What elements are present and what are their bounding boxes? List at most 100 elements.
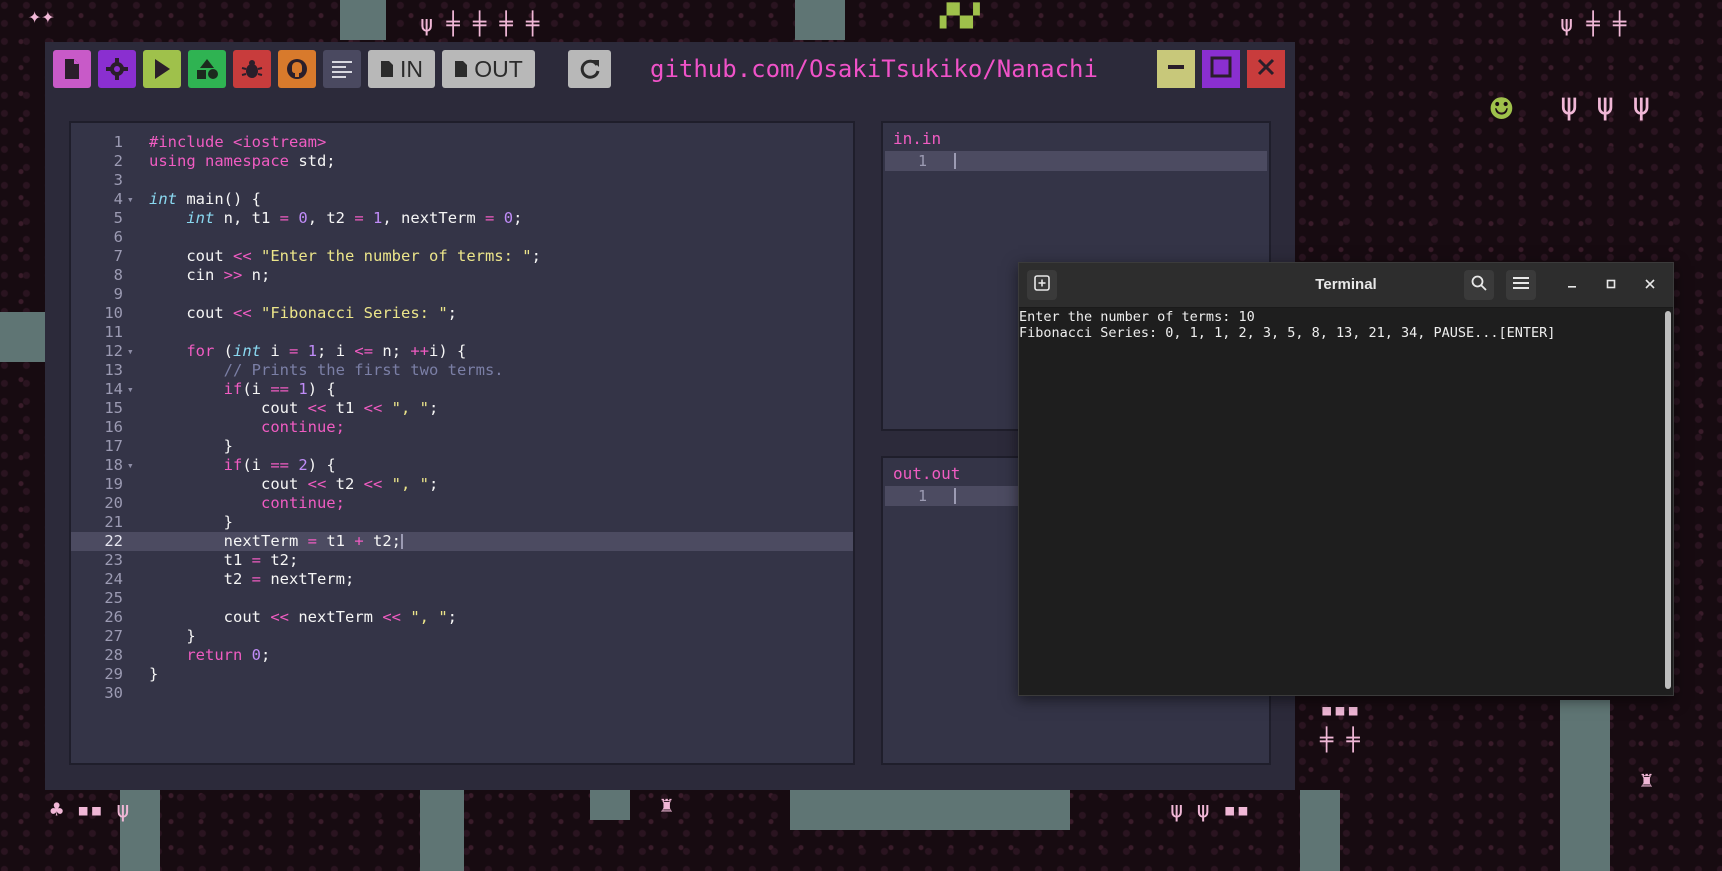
line-number: 20	[104, 494, 123, 512]
code-token: +	[354, 532, 364, 550]
line-number: 23	[104, 551, 123, 569]
wallpaper-sprite: ψ ψ ▪▪	[1170, 798, 1250, 823]
terminal-maximize-button[interactable]	[1596, 270, 1626, 300]
new-file-button[interactable]	[53, 50, 91, 88]
search-icon	[1470, 274, 1488, 296]
maximize-icon	[1210, 56, 1232, 82]
code-token: ;	[531, 247, 541, 265]
code-line: 13 // Prints the first two terms.	[71, 361, 853, 380]
code-token: 0	[251, 646, 262, 664]
code-token: nextTerm;	[261, 570, 355, 588]
terminal-close-button[interactable]	[1635, 270, 1665, 300]
code-token: n, t1	[214, 209, 280, 227]
fold-arrow-icon[interactable]: ▾	[127, 380, 139, 399]
terminal-output[interactable]: Enter the number of terms: 10 Fibonacci …	[1019, 309, 1659, 341]
fold-arrow-icon[interactable]: ▾	[127, 456, 139, 475]
terminal-menu-button[interactable]	[1506, 270, 1536, 300]
wallpaper-sprite: ╪ ╪	[1320, 728, 1360, 753]
settings-button[interactable]	[98, 50, 136, 88]
format-button[interactable]	[323, 50, 361, 88]
run-button[interactable]	[143, 50, 181, 88]
maximize-button[interactable]	[1202, 50, 1240, 88]
minimize-button[interactable]	[1157, 50, 1195, 88]
code-token: =	[485, 209, 495, 227]
debug-button[interactable]	[233, 50, 271, 88]
code-token: nextTerm	[289, 608, 383, 626]
code-editor[interactable]: 1 #include <iostream> 2 using namespace st…	[69, 121, 855, 765]
reload-button[interactable]	[568, 50, 611, 88]
line-number: 6	[113, 228, 123, 246]
code-token: ", "	[410, 608, 448, 626]
code-line: 1 #include <iostream>	[71, 133, 853, 152]
code-token: t1	[223, 551, 252, 569]
code-token: cin	[186, 266, 224, 284]
close-button[interactable]	[1247, 50, 1285, 88]
input-file-button[interactable]: IN	[368, 50, 435, 88]
gear-icon	[106, 58, 128, 80]
terminal-search-button[interactable]	[1464, 270, 1494, 300]
code-line: 25	[71, 589, 853, 608]
terminal-scrollbar[interactable]	[1665, 311, 1671, 689]
line-number: 5	[113, 209, 123, 227]
line-number: 4	[113, 190, 123, 208]
file-icon	[380, 60, 394, 78]
code-token: cout	[260, 475, 308, 493]
github-button[interactable]	[278, 50, 316, 88]
code-token: <<	[233, 304, 252, 322]
line-number: 24	[104, 570, 123, 588]
code-token: ;	[261, 646, 271, 664]
code-token: ;	[513, 209, 523, 227]
code-token: nextTerm	[223, 532, 308, 550]
code-line: 20 continue;	[71, 494, 853, 513]
code-token: int	[186, 209, 215, 227]
input-pane-line[interactable]: 1	[885, 151, 1267, 171]
code-token: =	[279, 209, 289, 227]
code-line: 26 cout << nextTerm << ", ";	[71, 608, 853, 627]
tree-button[interactable]	[188, 50, 226, 88]
wallpaper-pillar	[420, 790, 464, 871]
fold-arrow-icon[interactable]: ▾	[127, 342, 139, 361]
code-token: <=	[354, 342, 374, 360]
maximize-icon	[1604, 276, 1618, 295]
code-line: 4 ▾ int main() {	[71, 190, 853, 209]
repo-link[interactable]: github.com/OsakiTsukiko/Nanachi	[650, 50, 1098, 88]
code-token: n;	[242, 266, 271, 284]
line-number: 11	[104, 323, 123, 341]
line-number: 7	[113, 247, 123, 265]
code-token: continue;	[260, 418, 345, 436]
code-token: ", "	[391, 399, 429, 417]
line-number: 8	[113, 266, 123, 284]
code-token: ;	[447, 608, 458, 626]
code-line: 29}	[71, 665, 853, 684]
code-token: (i	[242, 456, 271, 474]
wallpaper-sprite: ψ ╪ ╪	[1560, 12, 1627, 37]
code-token: 0	[298, 209, 308, 227]
hamburger-menu-icon	[1512, 275, 1530, 295]
wallpaper-pillar	[590, 790, 630, 820]
code-line: 27 }	[71, 627, 853, 646]
code-token: ) {	[307, 380, 336, 398]
new-tab-button[interactable]	[1027, 270, 1057, 300]
code-line: 2 using namespace std;	[71, 152, 853, 171]
terminal-line: Fibonacci Series: 0, 1, 1, 2, 3, 5, 8, 1…	[1019, 325, 1556, 341]
code-token: cout	[186, 247, 233, 265]
code-token: <<	[307, 475, 327, 493]
terminal-minimize-button[interactable]	[1557, 270, 1587, 300]
minimize-icon	[1166, 57, 1186, 81]
code-line: 28 return 0;	[71, 646, 853, 665]
code-token: t2;	[261, 551, 299, 569]
code-line: 10 cout << "Fibonacci Series: ";	[71, 304, 853, 323]
code-token: 1	[307, 342, 318, 360]
fold-arrow-icon[interactable]: ▾	[127, 190, 139, 209]
code-line: 6	[71, 228, 853, 247]
line-number: 1	[917, 487, 927, 505]
output-file-button[interactable]: OUT	[442, 50, 535, 88]
minimize-icon	[1565, 276, 1579, 295]
line-number: 9	[113, 285, 123, 303]
wallpaper-sprite: ψ ψ ψ	[1560, 87, 1651, 122]
code-token: i) {	[429, 342, 467, 360]
play-icon	[153, 58, 171, 80]
line-number: 21	[104, 513, 123, 531]
code-token: t2	[326, 475, 364, 493]
code-token: =	[354, 209, 364, 227]
